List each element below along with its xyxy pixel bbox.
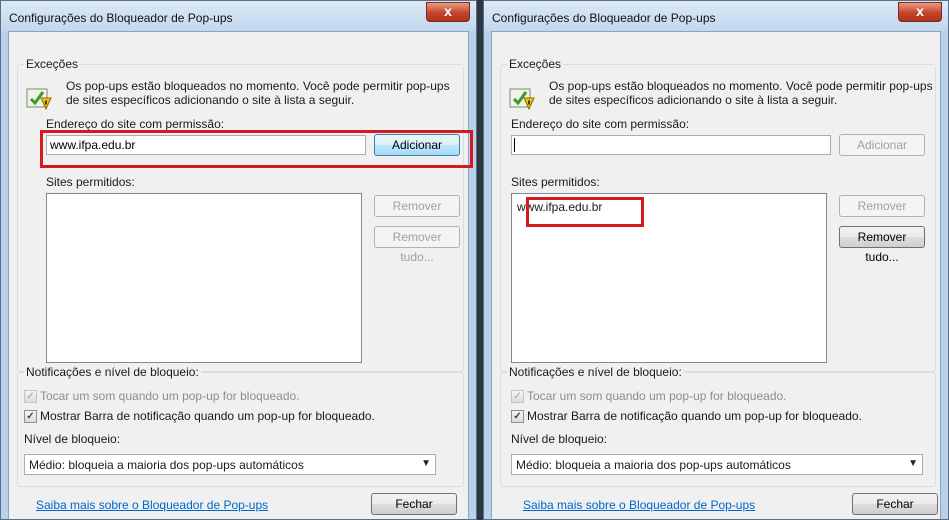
sound-checkbox[interactable]: ✓ (511, 390, 524, 403)
notifications-label: Notificações e nível de bloqueio: (24, 365, 201, 379)
remove-button[interactable]: Remover (374, 195, 460, 217)
notification-bar-label: Mostrar Barra de notificação quando um p… (40, 409, 375, 423)
info-line-1: Os pop-ups estão bloqueados no momento. … (549, 79, 933, 93)
add-button[interactable]: Adicionar (839, 134, 925, 156)
allowed-sites-label: Sites permitidos: (46, 175, 135, 189)
popup-blocker-dialog-after: Configurações do Bloqueador de Pop-ups x… (483, 0, 949, 520)
blocking-level-label: Nível de bloqueio: (511, 432, 608, 446)
dialog-body: Exceções Os pop-ups estão bloqueados no … (8, 31, 473, 519)
shield-check-icon (509, 88, 535, 111)
dialog-title: Configurações do Bloqueador de Pop-ups (492, 11, 716, 25)
highlight-allowed-site (526, 197, 644, 227)
blocking-level-select[interactable]: Médio: bloqueia a maioria dos pop-ups au… (24, 454, 436, 475)
notifications-group: Notificações e nível de bloqueio: ✓ Toca… (17, 365, 464, 487)
exceptions-label: Exceções (24, 57, 81, 71)
text-caret (514, 138, 515, 152)
notification-bar-label: Mostrar Barra de notificação quando um p… (527, 409, 862, 423)
exceptions-label: Exceções (507, 57, 564, 71)
exceptions-group: Exceções Os pop-ups estão bloqueados no … (17, 57, 464, 372)
blocking-level-value: Médio: bloqueia a maioria dos pop-ups au… (516, 458, 791, 472)
blocking-level-label: Nível de bloqueio: (24, 432, 121, 446)
popup-blocker-dialog-before: Configurações do Bloqueador de Pop-ups x… (0, 0, 477, 520)
sound-checkbox-label: Tocar um som quando um pop-up for bloque… (527, 389, 787, 403)
shield-check-icon (26, 88, 52, 111)
dialog-body: Exceções Os pop-ups estão bloqueados no … (491, 31, 941, 519)
dialog-title: Configurações do Bloqueador de Pop-ups (9, 11, 233, 25)
learn-more-link[interactable]: Saiba mais sobre o Bloqueador de Pop-ups (523, 498, 755, 512)
info-line-1: Os pop-ups estão bloqueados no momento. … (66, 79, 450, 93)
remove-all-button[interactable]: Remover tudo... (374, 226, 460, 264)
highlight-address (40, 130, 473, 168)
address-input[interactable] (511, 135, 831, 155)
notification-bar-checkbox[interactable]: ✓ (24, 410, 37, 423)
close-window-button[interactable]: x (426, 2, 470, 22)
remove-all-button[interactable]: Remover tudo... (839, 226, 925, 264)
notifications-group: Notificações e nível de bloqueio: ✓ Toca… (500, 365, 936, 487)
title-bar[interactable]: Configurações do Bloqueador de Pop-ups x (484, 1, 948, 31)
title-bar[interactable]: Configurações do Bloqueador de Pop-ups x (1, 1, 476, 31)
notification-bar-checkbox[interactable]: ✓ (511, 410, 524, 423)
learn-more-link[interactable]: Saiba mais sobre o Bloqueador de Pop-ups (36, 498, 268, 512)
sound-checkbox[interactable]: ✓ (24, 390, 37, 403)
info-line-2: de sites específicos adicionando o site … (549, 93, 838, 107)
close-button[interactable]: Fechar (852, 493, 938, 515)
info-line-2: de sites específicos adicionando o site … (66, 93, 355, 107)
blocking-level-value: Médio: bloqueia a maioria dos pop-ups au… (29, 458, 304, 472)
close-window-button[interactable]: x (898, 2, 942, 22)
dropdown-arrow-icon: ▼ (421, 458, 431, 469)
sound-checkbox-label: Tocar um som quando um pop-up for bloque… (40, 389, 300, 403)
dropdown-arrow-icon: ▼ (908, 458, 918, 469)
close-button[interactable]: Fechar (371, 493, 457, 515)
address-label: Endereço do site com permissão: (46, 117, 225, 131)
address-label: Endereço do site com permissão: (511, 117, 690, 131)
blocking-level-select[interactable]: Médio: bloqueia a maioria dos pop-ups au… (511, 454, 923, 475)
notifications-label: Notificações e nível de bloqueio: (507, 365, 684, 379)
remove-button[interactable]: Remover (839, 195, 925, 217)
allowed-sites-list[interactable] (46, 193, 362, 363)
allowed-sites-label: Sites permitidos: (511, 175, 600, 189)
